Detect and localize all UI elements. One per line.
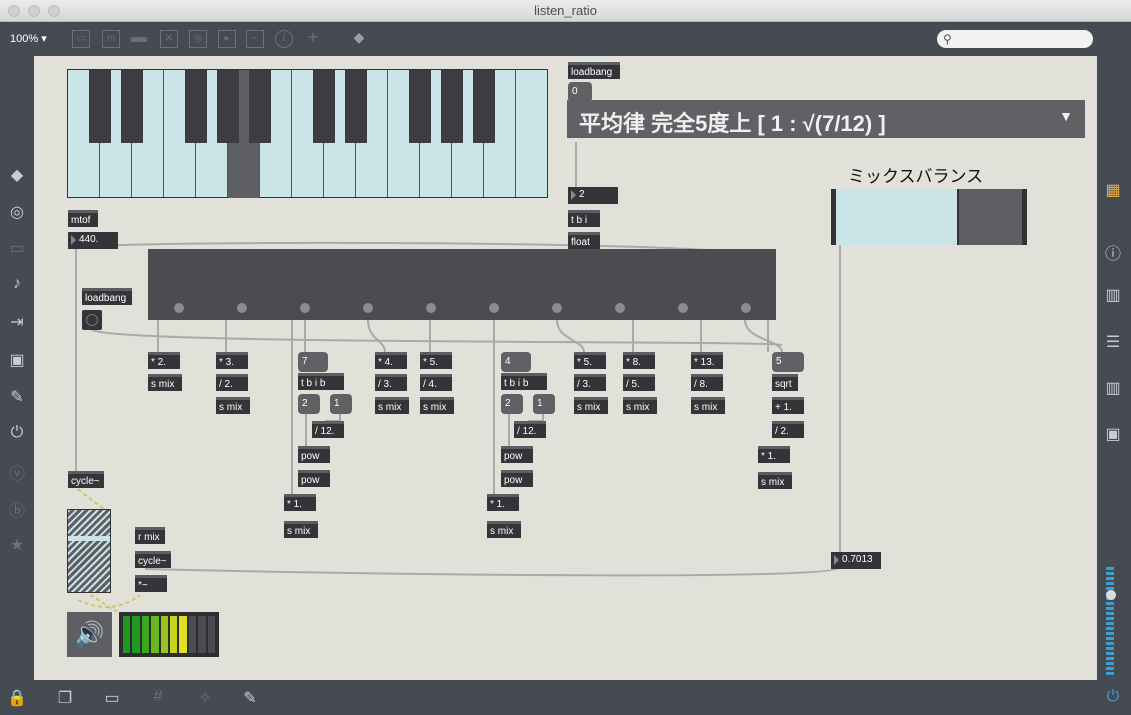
- send-mix-object[interactable]: s mix: [623, 397, 657, 414]
- gate-outlet[interactable]: [300, 303, 310, 313]
- divide-object[interactable]: / 12.: [514, 421, 546, 438]
- multiply-object[interactable]: * 1.: [758, 446, 790, 463]
- mix-balance-slider[interactable]: [831, 189, 1027, 245]
- black-key[interactable]: [89, 70, 111, 143]
- grid-icon[interactable]: #: [148, 688, 168, 706]
- multiply-object[interactable]: * 5.: [574, 352, 606, 369]
- send-mix-object[interactable]: s mix: [487, 521, 521, 538]
- multiply-object[interactable]: * 13.: [691, 352, 723, 369]
- bottom-toolbar: 🔒 ❐ ▭ # ✧ ✎ ⏻: [0, 682, 1131, 715]
- gate-outlet[interactable]: [237, 303, 247, 313]
- loadbang-object[interactable]: loadbang: [568, 62, 620, 79]
- cycle-object[interactable]: cycle~: [68, 471, 104, 488]
- gate-router[interactable]: [148, 249, 776, 320]
- send-mix-object[interactable]: s mix: [420, 397, 454, 414]
- pow-object[interactable]: pow: [298, 446, 330, 463]
- level-meter: [119, 612, 219, 657]
- pow-object[interactable]: pow: [501, 470, 533, 487]
- send-mix-object[interactable]: s mix: [758, 472, 792, 489]
- windows-icon[interactable]: ❐: [55, 688, 75, 708]
- divide-object[interactable]: / 2.: [772, 421, 804, 438]
- message-box[interactable]: 1: [330, 394, 352, 414]
- black-key[interactable]: [217, 70, 239, 143]
- gate-outlet[interactable]: [741, 303, 751, 313]
- send-mix-object[interactable]: s mix: [375, 397, 409, 414]
- chevron-down-icon: ▼: [1059, 108, 1073, 124]
- multiply-object[interactable]: * 1.: [487, 494, 519, 511]
- multiply-object[interactable]: * 8.: [623, 352, 655, 369]
- mtof-object[interactable]: mtof: [68, 210, 98, 227]
- gate-outlet[interactable]: [363, 303, 373, 313]
- gate-outlet[interactable]: [174, 303, 184, 313]
- menu-selected-label: 平均律 完全5度上 [ 1 : √(7/12) ]: [579, 111, 886, 136]
- message-box[interactable]: 2: [298, 394, 320, 414]
- trigger-object[interactable]: t b i b: [298, 373, 344, 390]
- divide-object[interactable]: / 3.: [375, 374, 407, 391]
- receive-mix-object[interactable]: r mix: [135, 527, 165, 544]
- kslider-keyboard[interactable]: [67, 69, 548, 198]
- black-key[interactable]: [313, 70, 335, 143]
- black-key[interactable]: [409, 70, 431, 143]
- multiply-object[interactable]: * 3.: [216, 352, 248, 369]
- send-mix-object[interactable]: s mix: [574, 397, 608, 414]
- black-key[interactable]: [249, 70, 271, 143]
- gain-knob[interactable]: [68, 536, 110, 541]
- divide-object[interactable]: / 2.: [216, 374, 248, 391]
- gate-outlet[interactable]: [552, 303, 562, 313]
- mix-value-number[interactable]: 0.7013: [831, 552, 881, 569]
- message-box[interactable]: 7: [298, 352, 328, 372]
- slider-fill: [836, 189, 959, 245]
- multiply-object[interactable]: * 5.: [420, 352, 452, 369]
- pow-object[interactable]: pow: [501, 446, 533, 463]
- black-key[interactable]: [441, 70, 463, 143]
- gain-slider[interactable]: [67, 509, 111, 593]
- multiply-object[interactable]: * 1.: [284, 494, 316, 511]
- divide-object[interactable]: / 8.: [691, 374, 723, 391]
- send-mix-object[interactable]: s mix: [691, 397, 725, 414]
- lock-icon[interactable]: 🔒: [7, 688, 27, 708]
- tuning-menu[interactable]: 平均律 完全5度上 [ 1 : √(7/12) ] ▼: [567, 100, 1085, 138]
- pow-object[interactable]: pow: [298, 470, 330, 487]
- signal-multiply-object[interactable]: *~: [135, 575, 167, 592]
- multiply-object[interactable]: * 2.: [148, 352, 180, 369]
- message-box[interactable]: 1: [533, 394, 555, 414]
- gate-outlet[interactable]: [426, 303, 436, 313]
- frequency-number[interactable]: 440.: [68, 232, 118, 249]
- cycle-object[interactable]: cycle~: [135, 551, 171, 568]
- multiply-object[interactable]: * 4.: [375, 352, 407, 369]
- divide-object[interactable]: / 4.: [420, 374, 452, 391]
- black-key[interactable]: [121, 70, 143, 143]
- message-box[interactable]: 5: [772, 352, 804, 372]
- black-key[interactable]: [345, 70, 367, 143]
- snap-icon[interactable]: ✧: [195, 688, 215, 708]
- float-object[interactable]: float: [568, 232, 600, 249]
- loadbang-object[interactable]: loadbang: [82, 288, 132, 305]
- gate-outlet[interactable]: [615, 303, 625, 313]
- divide-object[interactable]: / 12.: [312, 421, 344, 438]
- presentation-icon[interactable]: ▭: [102, 688, 122, 708]
- divide-object[interactable]: / 3.: [574, 374, 606, 391]
- send-mix-object[interactable]: s mix: [284, 521, 318, 538]
- trigger-object[interactable]: t b i: [568, 210, 600, 227]
- gate-outlet[interactable]: [489, 303, 499, 313]
- message-box[interactable]: 0: [568, 82, 592, 102]
- speaker-icon[interactable]: 🔊: [67, 612, 112, 657]
- black-key[interactable]: [185, 70, 207, 143]
- bang-button[interactable]: [82, 310, 102, 330]
- divide-object[interactable]: / 5.: [623, 374, 655, 391]
- menu-index-number[interactable]: 2: [568, 187, 618, 204]
- black-key[interactable]: [473, 70, 495, 143]
- wrench-icon[interactable]: ✎: [240, 688, 260, 708]
- sqrt-object[interactable]: sqrt: [772, 374, 798, 391]
- send-mix-object[interactable]: s mix: [216, 397, 250, 414]
- trigger-object[interactable]: t b i b: [501, 373, 547, 390]
- message-box[interactable]: 2: [501, 394, 523, 414]
- power-icon[interactable]: ⏻: [1103, 688, 1123, 706]
- add-object[interactable]: + 1.: [772, 397, 804, 414]
- gate-outlet[interactable]: [678, 303, 688, 313]
- message-box[interactable]: 4: [501, 352, 531, 372]
- mix-label: ミックスバランス: [848, 167, 984, 186]
- send-mix-object[interactable]: s mix: [148, 374, 182, 391]
